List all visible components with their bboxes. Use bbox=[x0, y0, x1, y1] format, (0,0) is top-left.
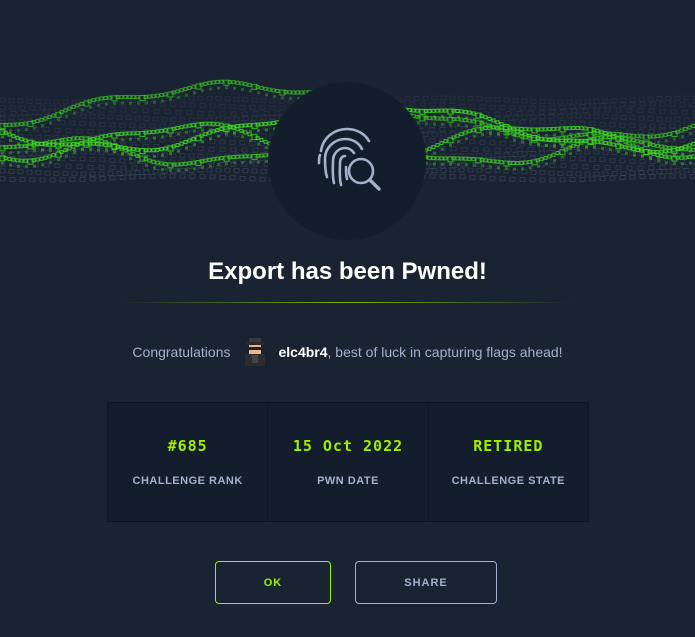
stat-value: #685 bbox=[167, 437, 208, 455]
ok-button[interactable]: OK bbox=[215, 561, 331, 604]
stat-value: 15 Oct 2022 bbox=[292, 437, 404, 455]
challenge-emblem bbox=[268, 82, 426, 240]
congrats-suffix: , best of luck in capturing flags ahead! bbox=[327, 344, 563, 360]
stats-panel: #685 CHALLENGE RANK 15 Oct 2022 PWN DATE… bbox=[107, 402, 589, 522]
stat-label: CHALLENGE RANK bbox=[132, 475, 243, 487]
user-avatar[interactable] bbox=[240, 336, 270, 368]
congrats-message: Congratulations elc4br4 , best of luck i… bbox=[0, 336, 695, 368]
share-button[interactable]: SHARE bbox=[355, 561, 497, 604]
username[interactable]: elc4br4 bbox=[278, 344, 327, 360]
fingerprint-search-icon bbox=[317, 127, 381, 191]
stat-label: CHALLENGE STATE bbox=[451, 475, 566, 487]
stat-challenge-state: RETIRED CHALLENGE STATE bbox=[428, 403, 588, 521]
stat-challenge-rank: #685 CHALLENGE RANK bbox=[108, 403, 269, 521]
page-title: Export has been Pwned! bbox=[208, 258, 487, 285]
divider bbox=[122, 302, 573, 303]
stat-label: PWN DATE bbox=[317, 475, 379, 487]
stat-pwn-date: 15 Oct 2022 PWN DATE bbox=[268, 403, 429, 521]
congrats-prefix: Congratulations bbox=[132, 344, 231, 360]
stat-value: RETIRED bbox=[473, 437, 544, 455]
